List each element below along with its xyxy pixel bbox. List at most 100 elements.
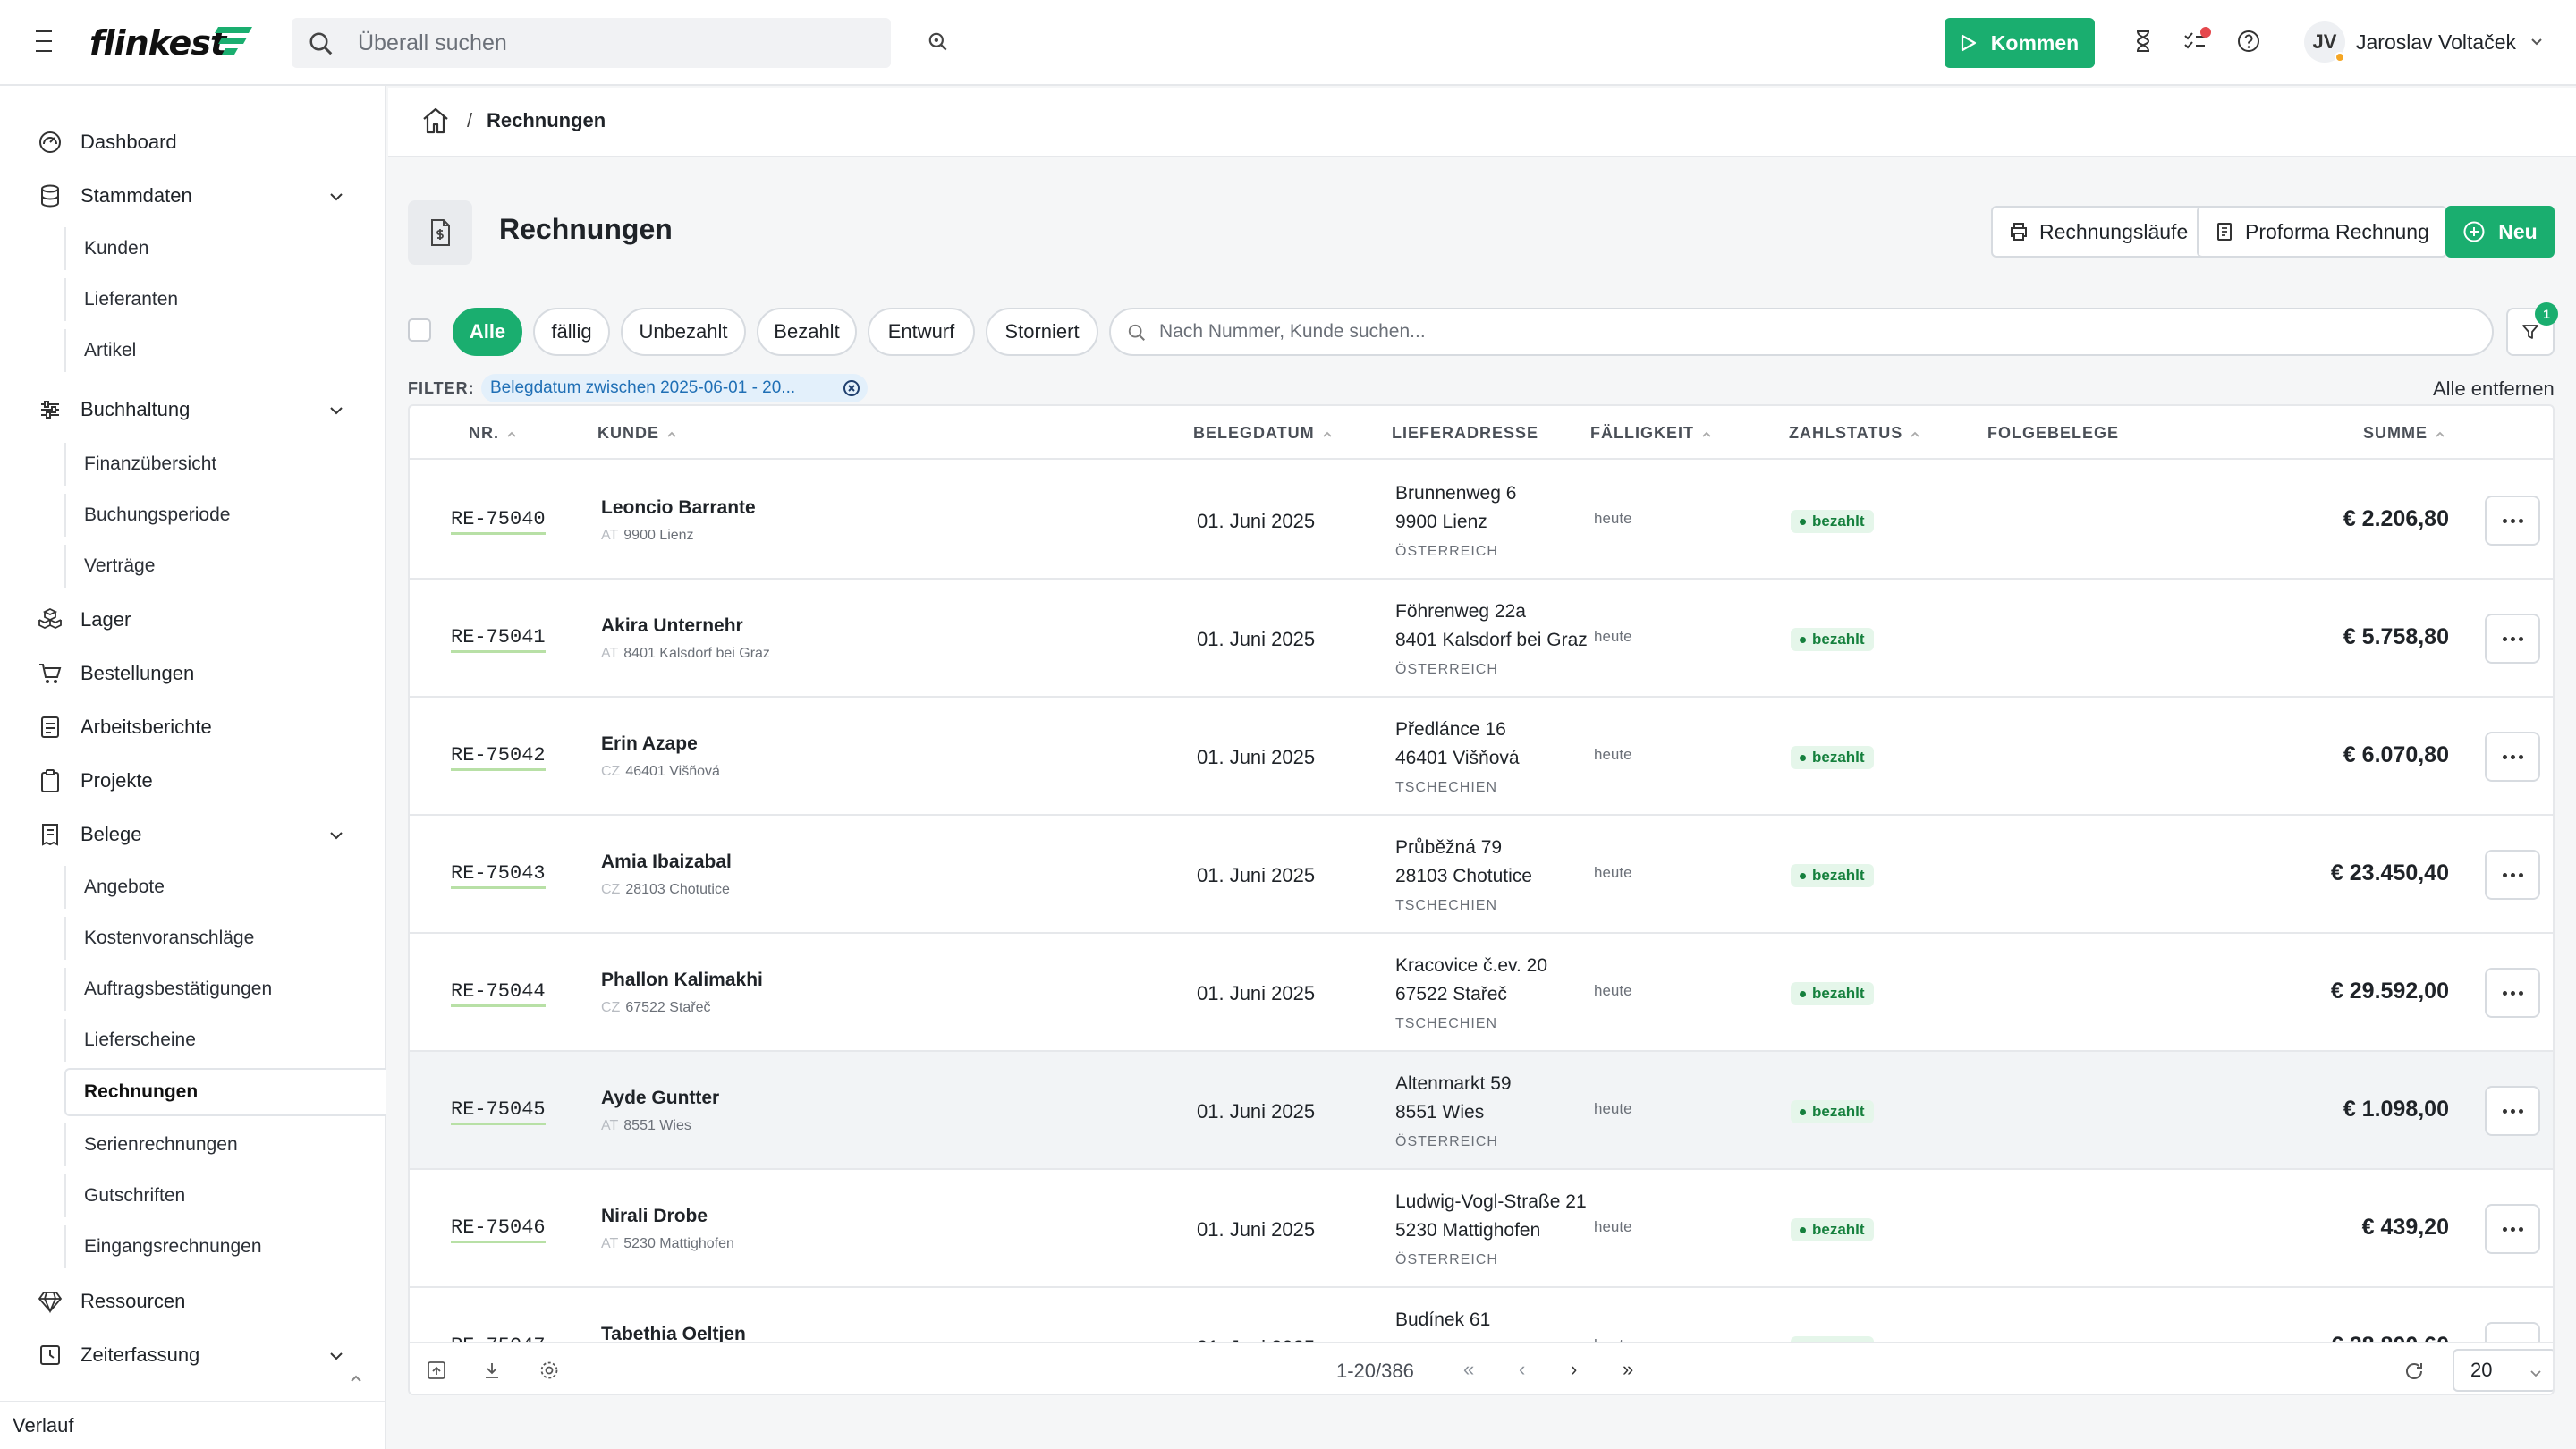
refresh-icon[interactable] [2402,1360,2426,1383]
menu-icon[interactable] [36,30,57,52]
page-size-select[interactable]: 20 [2453,1349,2553,1392]
table-row[interactable]: RE-75043 Amia Ibaizabal CZ 28103 Chotutice 0… [410,816,2553,934]
sidebar-item-lieferanten[interactable]: Lieferanten [64,278,386,321]
first-page-button[interactable]: « [1463,1358,1474,1381]
cart-icon [36,659,64,688]
row-actions-button[interactable] [2485,1086,2540,1136]
sidebar-item-stammdaten[interactable]: Stammdaten [0,174,386,218]
tab-bezahlt[interactable]: Bezahlt [757,308,857,356]
invoice-number-link[interactable]: RE-75044 [451,980,546,1007]
col-belegdatum[interactable]: BELEGDATUM [1193,424,1333,443]
invoice-search[interactable] [1109,308,2494,356]
tab-storniert[interactable]: Storniert [986,308,1098,356]
sidebar-item-zeiterfassung[interactable]: Zeiterfassung [0,1333,386,1377]
remove-all-filters-link[interactable]: Alle entfernen [2433,377,2555,401]
home-icon[interactable] [420,106,451,136]
global-search-input[interactable] [358,18,859,68]
invoice-search-input[interactable] [1159,309,2465,354]
col-nr[interactable]: NR. [469,424,517,443]
sidebar-item-lager[interactable]: Lager [0,597,386,642]
sidebar-item-buchhaltung[interactable]: Buchhaltung [0,387,386,432]
download-icon[interactable] [481,1360,503,1381]
table-row[interactable]: RE-75040 Leoncio Barrante AT 9900 Lienz 01. … [410,462,2553,580]
table-row[interactable]: RE-75041 Akira Unternehr AT 8401 Kalsdorf b… [410,580,2553,698]
sidebar-item-ressourcen[interactable]: Ressourcen [0,1279,386,1324]
logo-mark-icon [215,27,252,55]
invoice-number-link[interactable]: RE-75041 [451,626,546,653]
col-summe[interactable]: SUMME [2363,424,2445,443]
row-actions-button[interactable] [2485,968,2540,1018]
tab-entwurf[interactable]: Entwurf [868,308,975,356]
kommen-button[interactable]: Kommen [1945,18,2095,68]
hourglass-icon[interactable] [2131,29,2156,54]
chevron-down-icon[interactable] [327,188,345,206]
sidebar-item-finanzuebersicht[interactable]: Finanzübersicht [64,443,386,486]
table-row[interactable]: RE-75045 Ayde Guntter AT 8551 Wies 01. Juni … [410,1052,2553,1170]
advanced-search-icon[interactable] [927,30,950,54]
invoice-number-link[interactable]: RE-75042 [451,744,546,771]
tab-alle[interactable]: Alle [453,308,522,356]
tab-unbezahlt[interactable]: Unbezahlt [621,308,746,356]
report-icon [36,713,64,741]
row-actions-button[interactable] [2485,732,2540,782]
due-date: heute [1594,1218,1632,1235]
chevron-up-icon[interactable] [349,1372,363,1386]
filter-chip[interactable]: Belegdatum zwischen 2025-06-01 - 20... [481,374,868,402]
sidebar-item-gutschriften[interactable]: Gutschriften [64,1174,386,1217]
invoice-number-link[interactable]: RE-75043 [451,862,546,889]
settings-icon[interactable] [538,1360,560,1381]
search-icon [309,32,333,55]
next-page-button[interactable]: › [1571,1358,1577,1381]
sidebar-item-lieferscheine[interactable]: Lieferscheine [64,1019,386,1062]
sidebar-item-serienrechnungen[interactable]: Serienrechnungen [64,1123,386,1166]
prev-page-button[interactable]: ‹ [1519,1358,1525,1381]
chevron-down-icon[interactable] [2529,34,2544,48]
sidebar-item-kostenvoranschlaege[interactable]: Kostenvoranschläge [64,917,386,960]
invoice-number-link[interactable]: RE-75045 [451,1098,546,1125]
new-invoice-button[interactable]: Neu [2445,206,2555,258]
sidebar-item-belege[interactable]: Belege [0,812,386,857]
sidebar-item-dashboard[interactable]: Dashboard [0,120,386,165]
invoice-number-link[interactable]: RE-75046 [451,1216,546,1243]
row-actions-button[interactable] [2485,1204,2540,1254]
select-all-checkbox[interactable] [408,318,431,342]
table-row[interactable]: RE-75046 Nirali Drobe AT 5230 Mattighofen 01… [410,1170,2553,1288]
row-actions-button[interactable] [2485,496,2540,546]
sidebar-item-rechnungen[interactable]: Rechnungen [64,1068,386,1116]
sidebar-item-eingangsrechnungen[interactable]: Eingangsrechnungen [64,1225,386,1268]
proforma-button[interactable]: Proforma Rechnung [2197,206,2447,258]
rechnungslaeufe-button[interactable]: Rechnungsläufe [1991,206,2207,258]
more-icon [2502,1226,2507,1232]
sidebar-item-auftragsbestaetigungen[interactable]: Auftragsbestätigungen [64,968,386,1011]
col-kunde[interactable]: KUNDE [597,424,677,443]
sidebar-item-angebote[interactable]: Angebote [64,866,386,909]
chevron-down-icon[interactable] [327,402,345,419]
row-actions-button[interactable] [2485,850,2540,900]
col-zahlstatus[interactable]: ZAHLSTATUS [1789,424,1920,443]
sidebar-item-buchungsperiode[interactable]: Buchungsperiode [64,494,386,537]
sidebar-item-projekte[interactable]: Projekte [0,758,386,803]
col-faelligkeit[interactable]: FÄLLIGKEIT [1590,424,1712,443]
chevron-down-icon[interactable] [327,1347,345,1365]
table-row[interactable]: RE-75042 Erin Azape CZ 46401 Višňová 01. Jun… [410,698,2553,816]
sidebar-item-vertraege[interactable]: Verträge [64,545,386,588]
help-icon[interactable] [2236,29,2261,54]
country-code: AT [601,1236,619,1251]
sidebar-item-artikel[interactable]: Artikel [64,329,386,372]
global-search[interactable] [292,18,891,68]
invoice-number-link[interactable]: RE-75040 [451,508,546,535]
verlauf-panel[interactable]: Verlauf [0,1401,386,1449]
sidebar-item-bestellungen[interactable]: Bestellungen [0,651,386,696]
user-name[interactable]: Jaroslav Voltaček [2356,30,2516,55]
tab-faellig[interactable]: fällig [533,308,610,356]
row-actions-button[interactable] [2485,614,2540,664]
last-page-button[interactable]: » [1623,1358,1633,1381]
table-row[interactable]: RE-75044 Phallon Kalimakhi CZ 67522 Stařeč 0… [410,934,2553,1052]
close-circle-icon[interactable] [843,379,860,397]
sidebar-item-kunden[interactable]: Kunden [64,227,386,270]
sidebar-item-arbeitsberichte[interactable]: Arbeitsberichte [0,705,386,750]
more-icon [2518,636,2523,641]
due-date: heute [1594,628,1632,645]
chevron-down-icon[interactable] [327,826,345,844]
export-icon[interactable] [426,1360,447,1381]
